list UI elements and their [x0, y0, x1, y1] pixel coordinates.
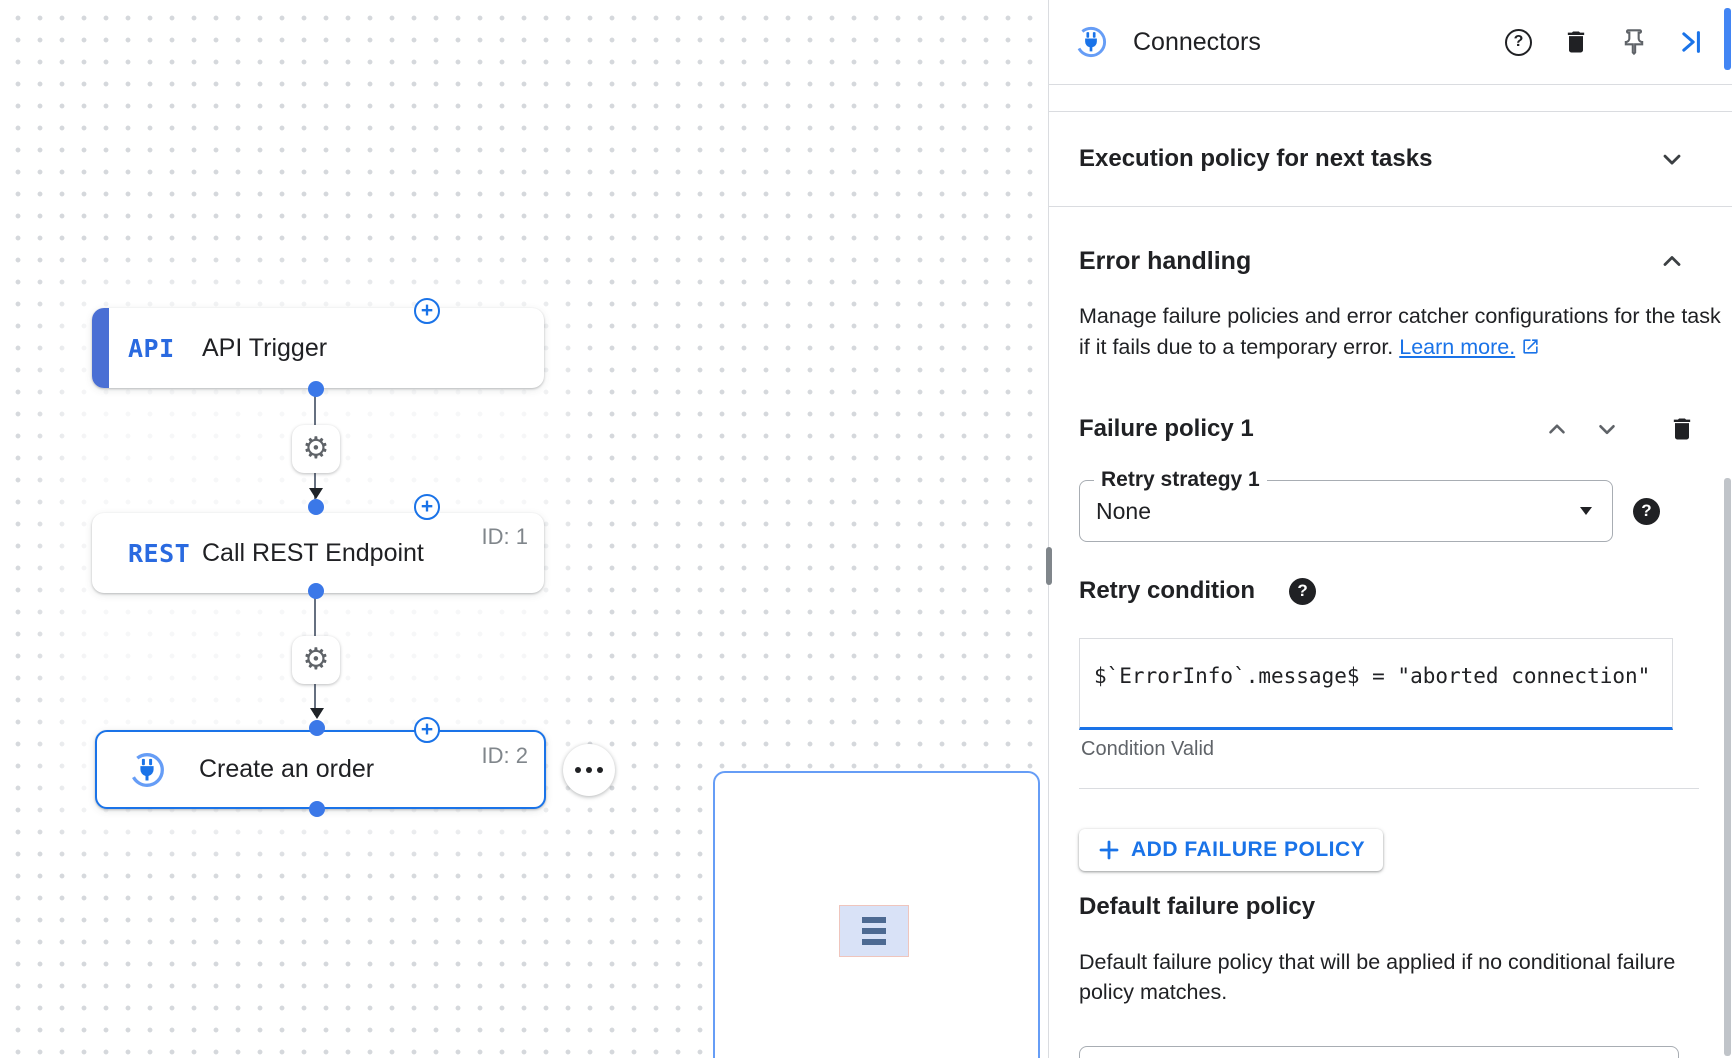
api-badge: API [128, 334, 202, 363]
retry-condition-help-icon[interactable]: ? [1289, 578, 1316, 605]
delete-task-icon[interactable] [1562, 28, 1590, 56]
chevron-down-icon[interactable] [1658, 145, 1686, 173]
failure-policy-row: Failure policy 1 [1079, 411, 1732, 447]
edge-arrowhead [309, 488, 323, 499]
connection-point [308, 381, 324, 397]
move-policy-up-icon[interactable] [1544, 416, 1570, 442]
add-task-button[interactable]: + [414, 494, 440, 520]
trigger-accent-bar [92, 308, 109, 388]
hamburger-bar [862, 917, 886, 923]
node-id-label: ID: 2 [482, 743, 528, 769]
pin-icon[interactable] [1620, 28, 1648, 56]
rest-badge: REST [128, 539, 202, 568]
node-id-label: ID: 1 [482, 524, 528, 550]
gear-icon: ⚙ [303, 645, 330, 675]
add-task-button[interactable]: + [414, 298, 440, 324]
add-failure-policy-button[interactable]: ADD FAILURE POLICY [1079, 829, 1383, 871]
divider [1049, 206, 1732, 207]
retry-condition-input[interactable]: $`ErrorInfo`.message$ = "aborted connect… [1079, 638, 1673, 730]
retry-strategy-select[interactable]: Retry strategy 1 None [1079, 480, 1613, 542]
hamburger-menu-node[interactable] [839, 905, 909, 957]
error-handling-description: Manage failure policies and error catche… [1079, 301, 1724, 363]
panel-resize-handle[interactable] [1046, 547, 1052, 585]
default-failure-policy-description: Default failure policy that will be appl… [1079, 947, 1727, 1007]
retry-strategy-value: None [1096, 498, 1580, 525]
retry-strategy-label: Retry strategy 1 [1094, 468, 1267, 492]
error-handling-heading: Error handling [1079, 247, 1658, 276]
node-more-options-button[interactable] [563, 744, 615, 796]
condition-status: Condition Valid [1079, 738, 1732, 761]
edge-settings-button[interactable]: ⚙ [292, 425, 340, 473]
node-create-an-order[interactable]: Create an order ID: 2 [95, 730, 546, 809]
execution-policy-section[interactable]: Execution policy for next tasks [1049, 112, 1732, 206]
node-api-trigger[interactable]: API API Trigger [92, 308, 544, 388]
workflow-canvas[interactable]: API API Trigger + ⚙ REST Call REST Endpo… [0, 0, 1048, 1058]
spacer [1049, 85, 1732, 111]
edge-arrowhead [310, 708, 324, 719]
panel-header: Connectors ? [1049, 0, 1732, 84]
hamburger-bar [862, 939, 886, 945]
default-policy-field[interactable] [1079, 1046, 1679, 1058]
hamburger-bar [862, 928, 886, 934]
dot [597, 767, 603, 773]
scrollbar-thumb-top[interactable] [1724, 8, 1731, 70]
app-integration-editor: API API Trigger + ⚙ REST Call REST Endpo… [0, 0, 1732, 1058]
connection-point [309, 720, 325, 736]
node-title: Call REST Endpoint [202, 539, 424, 568]
connectors-config-panel: Connectors ? Execution policy for next t… [1048, 0, 1732, 1058]
open-in-new-icon[interactable] [1521, 335, 1540, 359]
add-task-button[interactable]: + [414, 717, 440, 743]
dropdown-caret-icon [1580, 507, 1592, 515]
scrollbar-thumb[interactable] [1724, 478, 1731, 1056]
node-call-rest-endpoint[interactable]: REST Call REST Endpoint ID: 1 [92, 513, 544, 593]
add-failure-policy-label: ADD FAILURE POLICY [1131, 838, 1365, 862]
gear-icon: ⚙ [303, 434, 330, 464]
divider [1079, 788, 1699, 789]
dot [575, 767, 581, 773]
retry-strategy-help-icon[interactable]: ? [1633, 498, 1660, 525]
collapse-panel-icon[interactable] [1678, 28, 1706, 56]
dot [586, 767, 592, 773]
retry-condition-label: Retry condition [1079, 577, 1255, 605]
failure-policy-heading: Failure policy 1 [1079, 415, 1544, 443]
execution-policy-heading: Execution policy for next tasks [1079, 145, 1658, 173]
plus-icon: + [421, 496, 433, 517]
node-title: Create an order [199, 755, 374, 784]
connectors-icon [129, 752, 165, 788]
chevron-up-icon[interactable] [1658, 247, 1686, 275]
node-title: API Trigger [202, 334, 327, 363]
plus-icon: + [421, 300, 433, 321]
plus-icon [1097, 838, 1121, 862]
edge-settings-button[interactable]: ⚙ [292, 636, 340, 684]
retry-condition-value: $`ErrorInfo`.message$ = "aborted connect… [1094, 664, 1650, 688]
help-icon[interactable]: ? [1505, 29, 1532, 56]
connectors-icon [1075, 26, 1107, 58]
delete-policy-icon[interactable] [1668, 415, 1696, 443]
panel-title: Connectors [1133, 28, 1475, 57]
learn-more-link[interactable]: Learn more. [1399, 335, 1515, 359]
move-policy-down-icon[interactable] [1594, 416, 1620, 442]
error-handling-section: Error handling Manage failure policies a… [1049, 243, 1732, 1058]
default-failure-policy-heading: Default failure policy [1079, 893, 1732, 921]
connection-point [308, 499, 324, 515]
plus-icon: + [421, 719, 433, 740]
connection-point [309, 801, 325, 817]
connection-point [308, 583, 324, 599]
